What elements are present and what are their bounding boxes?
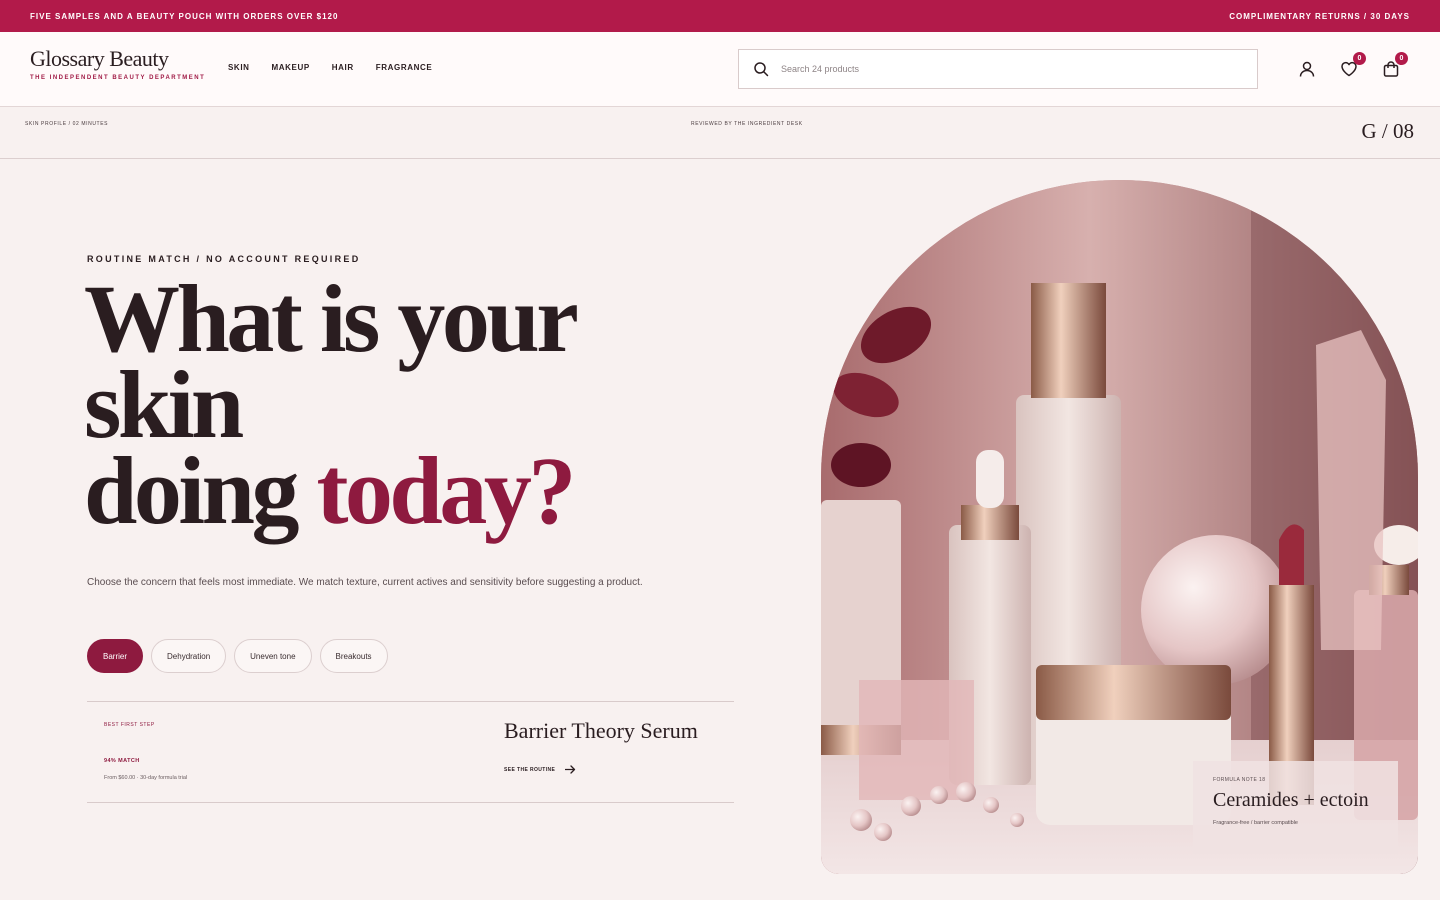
user-icon: [1299, 61, 1315, 77]
match-step-label: BEST FIRST STEP: [104, 722, 155, 728]
bag-count-badge: 0: [1395, 52, 1408, 65]
hero-eyebrow: ROUTINE MATCH / NO ACCOUNT REQUIRED: [87, 254, 361, 264]
wishlist-button[interactable]: 0: [1338, 52, 1366, 80]
see-routine-link[interactable]: SEE THE ROUTINE: [504, 765, 576, 774]
headline-line-3a: doing: [84, 437, 317, 544]
concern-chips: Barrier Dehydration Uneven tone Breakout…: [87, 639, 388, 673]
subbar-left-text: SKIN PROFILE / 02 MINUTES: [25, 121, 109, 127]
brand-logo[interactable]: Glossary Beauty THE INDEPENDENT BEAUTY D…: [30, 46, 206, 82]
promo-right-text: COMPLIMENTARY RETURNS / 30 DAYS: [1229, 11, 1410, 21]
nav-item-makeup[interactable]: MAKEUP: [272, 63, 310, 72]
promo-left-text: FIVE SAMPLES AND A BEAUTY POUCH WITH ORD…: [30, 11, 339, 21]
chip-breakouts[interactable]: Breakouts: [319, 639, 388, 673]
account-button[interactable]: [1296, 58, 1318, 80]
site-header: Glossary Beauty THE INDEPENDENT BEAUTY D…: [0, 32, 1440, 107]
headline-accent: today?: [316, 437, 576, 544]
chip-dehydration[interactable]: Dehydration: [151, 639, 227, 673]
match-result: BEST FIRST STEP 94% MATCH From $60.00 · …: [87, 701, 734, 803]
formula-note-card: FORMULA NOTE 18 Ceramides + ectoin Fragr…: [1193, 761, 1398, 854]
search-input[interactable]: [781, 64, 1181, 74]
match-percent: 94% MATCH: [104, 758, 140, 764]
promo-bar: FIVE SAMPLES AND A BEAUTY POUCH WITH ORD…: [0, 0, 1440, 32]
brand-name: Glossary Beauty: [30, 46, 169, 71]
nav-item-fragrance[interactable]: FRAGRANCE: [376, 63, 433, 72]
wishlist-count-badge: 0: [1353, 52, 1366, 65]
chip-barrier[interactable]: Barrier: [87, 639, 144, 673]
search-icon: [754, 62, 769, 77]
formula-note-title: Ceramides + ectoin: [1213, 789, 1369, 811]
hero-headline: What is your skin doing today?: [84, 271, 724, 539]
nav-item-hair[interactable]: HAIR: [332, 63, 354, 72]
formula-note-label: FORMULA NOTE 18: [1213, 777, 1266, 783]
formula-note-sub: Fragrance-free / barrier compatible: [1213, 820, 1298, 826]
main-nav: SKIN MAKEUP HAIR FRAGRANCE: [228, 63, 432, 72]
subbar-center-text: REVIEWED BY THE INGREDIENT DESK: [691, 121, 803, 127]
arrow-right-icon: [565, 765, 576, 774]
nav-item-skin[interactable]: SKIN: [228, 63, 250, 72]
profile-subbar: SKIN PROFILE / 02 MINUTES REVIEWED BY TH…: [0, 107, 1440, 159]
bag-button[interactable]: 0: [1380, 52, 1408, 80]
see-routine-label: SEE THE ROUTINE: [504, 766, 556, 773]
match-price: From $60.00 · 30-day formula trial: [104, 775, 188, 781]
brand-tagline: THE INDEPENDENT BEAUTY DEPARTMENT: [30, 75, 206, 81]
chip-uneven-tone[interactable]: Uneven tone: [234, 639, 312, 673]
step-indicator: G / 08: [1361, 119, 1415, 143]
hero-description: Choose the concern that feels most immed…: [87, 577, 643, 588]
search-box[interactable]: [738, 49, 1258, 89]
match-product-name[interactable]: Barrier Theory Serum: [504, 718, 698, 744]
